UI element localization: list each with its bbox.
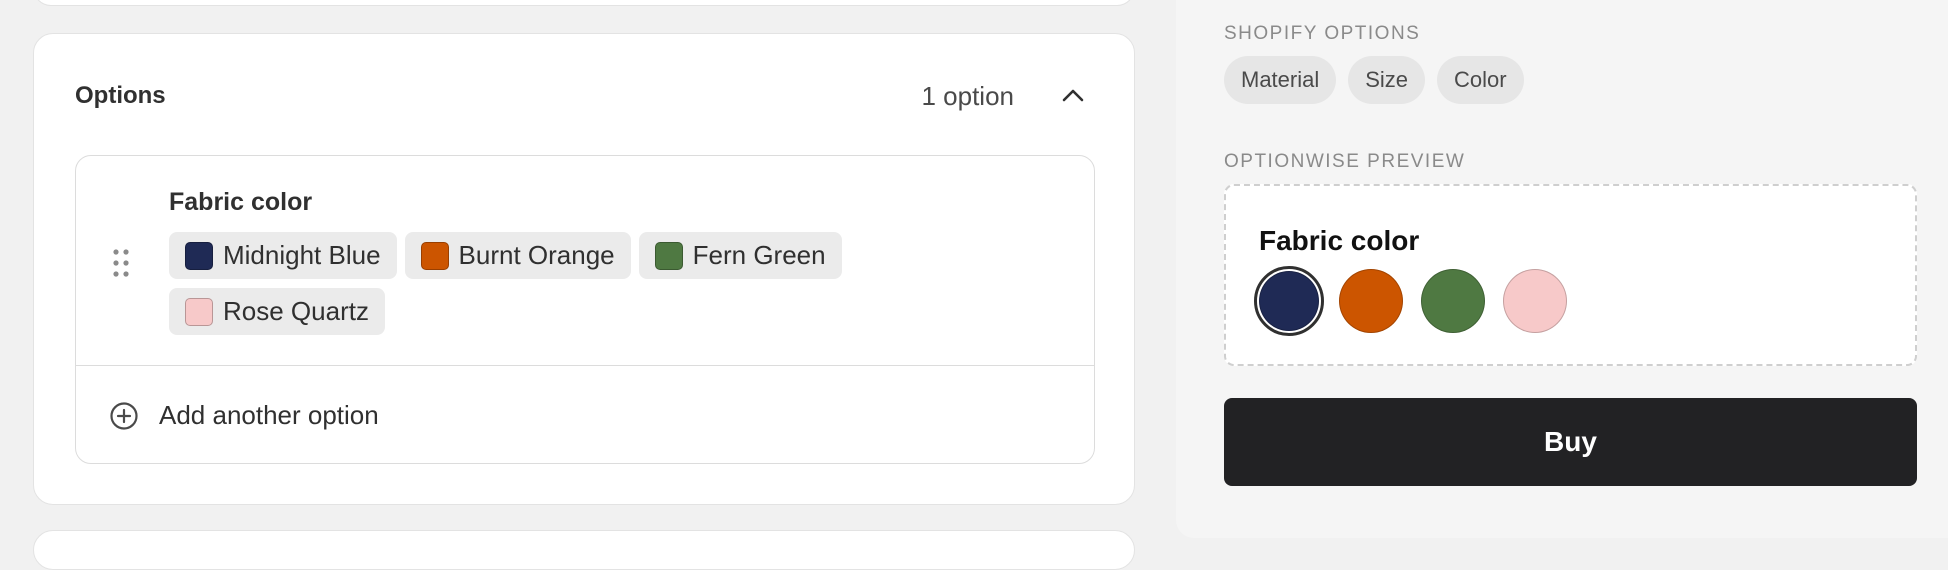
add-another-option-button[interactable]: Add another option	[76, 366, 1094, 463]
swatch-button[interactable]	[1254, 266, 1324, 336]
editor-panel: Options 1 option Fabric color Midnight B…	[0, 0, 1176, 570]
preview-label: OPTIONWISE PREVIEW	[1224, 151, 1466, 172]
swatch-list	[1254, 266, 1570, 336]
shopify-options-label: SHOPIFY OPTIONS	[1224, 23, 1421, 44]
option-value-label: Fern Green	[692, 240, 826, 270]
swatch-circle	[1421, 269, 1485, 333]
chevron-up-icon	[1062, 89, 1084, 102]
preview-box: Fabric color	[1224, 184, 1917, 366]
option-value-label: Rose Quartz	[223, 296, 369, 326]
options-card: Options 1 option Fabric color Midnight B…	[33, 33, 1135, 505]
shopify-options-list: Material Size Color	[1224, 56, 1524, 104]
preview-sidebar: SHOPIFY OPTIONS Material Size Color OPTION…	[1176, 0, 1948, 538]
swatch-circle	[1339, 269, 1403, 333]
add-option-label: Add another option	[159, 400, 379, 430]
options-count: 1 option	[921, 81, 1014, 111]
swatch-circle	[1503, 269, 1567, 333]
color-swatch-icon	[654, 241, 683, 270]
option-value-chip[interactable]: Fern Green	[638, 232, 842, 279]
swatch-button[interactable]	[1336, 266, 1406, 336]
color-swatch-icon	[420, 241, 449, 270]
collapse-button[interactable]	[1050, 72, 1096, 118]
plus-circle-icon	[110, 401, 138, 430]
option-value-chip[interactable]: Rose Quartz	[169, 288, 385, 335]
option-value-chip[interactable]: Burnt Orange	[404, 232, 631, 279]
option-value-label: Midnight Blue	[223, 240, 381, 270]
option-value-chip[interactable]: Midnight Blue	[169, 232, 397, 279]
next-card	[33, 530, 1135, 570]
option-item[interactable]: Fabric color Midnight Blue Burnt Orange Fe…	[75, 155, 1095, 464]
color-swatch-icon	[185, 297, 213, 326]
color-swatch-icon	[185, 241, 213, 270]
option-name: Fabric color	[169, 188, 313, 216]
option-value-label: Burnt Orange	[458, 240, 615, 270]
swatch-button[interactable]	[1418, 266, 1488, 336]
swatch-button[interactable]	[1500, 266, 1570, 336]
previous-card	[33, 0, 1135, 6]
preview-title: Fabric color	[1259, 225, 1420, 256]
swatch-circle	[1259, 271, 1319, 331]
drag-handle-icon[interactable]	[112, 248, 130, 278]
options-title: Options	[75, 82, 166, 109]
shopify-option-tag[interactable]: Color	[1437, 56, 1524, 104]
shopify-option-tag[interactable]: Material	[1224, 56, 1337, 104]
option-values: Midnight Blue Burnt Orange Fern Green Rose …	[169, 232, 929, 335]
shopify-option-tag[interactable]: Size	[1348, 56, 1426, 104]
buy-button[interactable]: Buy	[1224, 398, 1917, 486]
